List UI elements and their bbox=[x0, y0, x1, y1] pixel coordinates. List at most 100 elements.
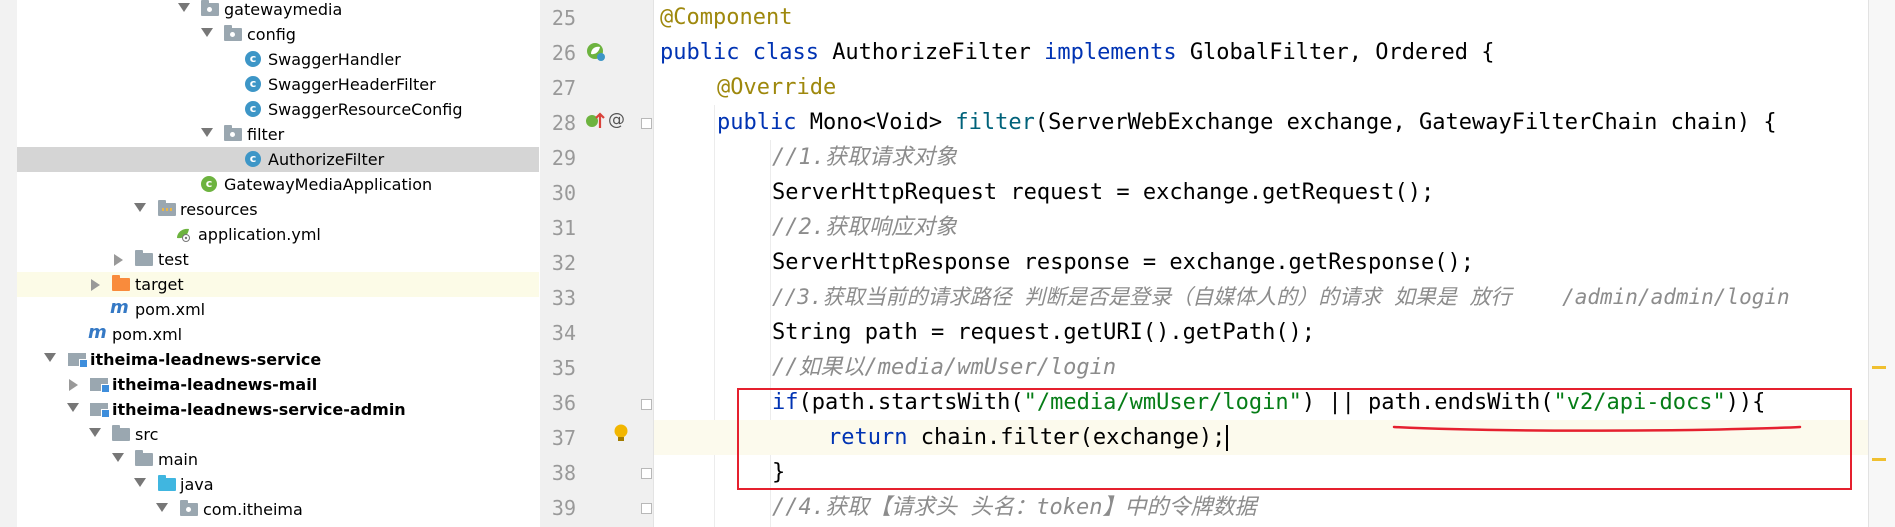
code-line-33[interactable]: //3.获取当前的请求路径 判断是否是登录（自媒体人的）的请求 如果是 放行 /… bbox=[772, 280, 1790, 315]
tree-item-gatewaymedia[interactable]: gatewaymedia bbox=[17, 0, 539, 22]
code-line-28[interactable]: public Mono<Void> filter(ServerWebExchan… bbox=[717, 105, 1777, 140]
fold-icon[interactable] bbox=[641, 468, 652, 479]
tree-item-label: itheima-leadnews-service-admin bbox=[112, 400, 406, 419]
hand-drawn-underline bbox=[1392, 425, 1802, 432]
code-line-26[interactable]: public class AuthorizeFilter implements … bbox=[660, 35, 1494, 70]
tree-item-label: AuthorizeFilter bbox=[268, 150, 385, 169]
code-line-29[interactable]: //1.获取请求对象 bbox=[772, 140, 957, 175]
chevron-down-icon[interactable] bbox=[67, 403, 79, 412]
tree-item-java[interactable]: java bbox=[17, 472, 539, 497]
tree-item-com-itheima[interactable]: com.itheima bbox=[17, 497, 539, 522]
line-number: 27 bbox=[551, 76, 576, 100]
chevron-down-icon[interactable] bbox=[178, 3, 190, 12]
annotation-token: @Override bbox=[717, 75, 837, 100]
tree-item-itheima-leadnews-service[interactable]: itheima-leadnews-service bbox=[17, 347, 539, 372]
indent-guide bbox=[714, 105, 715, 527]
chevron-down-icon[interactable] bbox=[112, 453, 124, 462]
chevron-right-icon[interactable] bbox=[114, 254, 123, 266]
tree-item-src[interactable]: src bbox=[17, 422, 539, 447]
tree-item-label: java bbox=[180, 475, 214, 494]
chevron-down-icon[interactable] bbox=[134, 203, 146, 212]
tool-window-strip bbox=[0, 0, 18, 527]
tree-item-main[interactable]: main bbox=[17, 447, 539, 472]
tree-item-label: gatewaymedia bbox=[224, 0, 343, 19]
comment-token: //4.获取【请求头 头名：token】中的令牌数据 bbox=[772, 495, 1257, 520]
java-class-icon: c bbox=[245, 51, 261, 67]
code-token: (ServerWebExchange exchange, GatewayFilt… bbox=[1034, 110, 1777, 135]
code-line-32[interactable]: ServerHttpResponse response = exchange.g… bbox=[772, 245, 1474, 280]
spring-bean-icon[interactable] bbox=[586, 42, 606, 62]
tree-item-test[interactable]: test bbox=[17, 247, 539, 272]
tree-item-label: com.itheima bbox=[203, 500, 303, 519]
line-number: 32 bbox=[551, 251, 576, 275]
code-line-31[interactable]: //2.获取响应对象 bbox=[772, 210, 957, 245]
tree-item-label: test bbox=[158, 250, 189, 269]
tree-item-label: src bbox=[135, 425, 159, 444]
line-number: 31 bbox=[551, 216, 576, 240]
highlight-rectangle bbox=[737, 388, 1852, 490]
code-token: String path = request.getURI().getPath()… bbox=[772, 320, 1316, 345]
tree-item-label: main bbox=[158, 450, 198, 469]
tree-item-label: pom.xml bbox=[135, 300, 206, 319]
line-number: 28 bbox=[551, 111, 576, 135]
tree-item-application-yml[interactable]: application.yml bbox=[17, 222, 539, 247]
tree-item-label: itheima-leadnews-mail bbox=[112, 375, 318, 394]
overrides-at-icon[interactable]: @ bbox=[608, 112, 625, 129]
comment-token: //2.获取响应对象 bbox=[772, 215, 957, 240]
fold-icon[interactable] bbox=[641, 399, 652, 410]
chevron-down-icon[interactable] bbox=[89, 428, 101, 437]
code-line-30[interactable]: ServerHttpRequest request = exchange.get… bbox=[772, 175, 1434, 210]
line-number: 36 bbox=[551, 391, 576, 415]
editor-right-stripe[interactable] bbox=[1868, 0, 1895, 527]
code-line-27[interactable]: @Override bbox=[717, 70, 836, 105]
warning-stripe-marker[interactable] bbox=[1872, 458, 1886, 461]
tree-item-label: GatewayMediaApplication bbox=[224, 175, 433, 194]
tree-item-resources[interactable]: resources bbox=[17, 197, 539, 222]
lightbulb-icon[interactable] bbox=[612, 423, 630, 443]
line-number: 34 bbox=[551, 321, 576, 345]
code-line-34[interactable]: String path = request.getURI().getPath()… bbox=[772, 315, 1315, 350]
warning-stripe-marker[interactable] bbox=[1872, 366, 1886, 369]
tree-item-label: pom.xml bbox=[112, 325, 183, 344]
tree-item-gateway-media-application[interactable]: c GatewayMediaApplication bbox=[17, 172, 539, 197]
tree-item-filter[interactable]: filter bbox=[17, 122, 539, 147]
tree-item-target[interactable]: target bbox=[17, 272, 539, 297]
code-line-35[interactable]: //如果以/media/wmUser/login bbox=[772, 350, 1116, 385]
tree-item-config[interactable]: config bbox=[17, 22, 539, 47]
chevron-right-icon[interactable] bbox=[69, 379, 78, 391]
java-class-icon: c bbox=[245, 76, 261, 92]
code-line-39[interactable]: //4.获取【请求头 头名：token】中的令牌数据 bbox=[772, 490, 1256, 525]
tree-item-authorize-filter[interactable]: c AuthorizeFilter bbox=[17, 147, 539, 172]
tree-item-label: config bbox=[247, 25, 296, 44]
line-number: 39 bbox=[551, 496, 576, 520]
folder-icon bbox=[112, 425, 130, 441]
tree-item-swagger-resource-config[interactable]: c SwaggerResourceConfig bbox=[17, 97, 539, 122]
project-tree[interactable]: gatewaymedia config c SwaggerHandler c S… bbox=[17, 0, 539, 527]
fold-icon[interactable] bbox=[641, 118, 652, 129]
chevron-down-icon[interactable] bbox=[44, 353, 56, 362]
chevron-down-icon[interactable] bbox=[201, 28, 213, 37]
tree-item-itheima-leadnews-mail[interactable]: itheima-leadnews-mail bbox=[17, 372, 539, 397]
chevron-right-icon[interactable] bbox=[91, 279, 100, 291]
code-line-25[interactable]: @Component bbox=[660, 0, 792, 35]
tree-item-pom-xml[interactable]: m pom.xml bbox=[17, 322, 539, 347]
tree-item-pom-xml[interactable]: m pom.xml bbox=[17, 297, 539, 322]
fold-icon[interactable] bbox=[641, 503, 652, 514]
tree-item-swagger-header-filter[interactable]: c SwaggerHeaderFilter bbox=[17, 72, 539, 97]
tree-item-label: SwaggerHandler bbox=[268, 50, 401, 69]
chevron-down-icon[interactable] bbox=[201, 128, 213, 137]
tree-item-label: filter bbox=[247, 125, 285, 144]
chevron-down-icon[interactable] bbox=[156, 503, 168, 512]
tree-item-swagger-handler[interactable]: c SwaggerHandler bbox=[17, 47, 539, 72]
line-number: 37 bbox=[551, 426, 576, 450]
chevron-down-icon[interactable] bbox=[134, 478, 146, 487]
tree-item-itheima-leadnews-service-admin[interactable]: itheima-leadnews-service-admin bbox=[17, 397, 539, 422]
implements-method-icon[interactable] bbox=[584, 110, 606, 132]
folder-icon bbox=[135, 450, 153, 466]
code-token: ServerHttpRequest request = exchange.get… bbox=[772, 180, 1435, 205]
line-number: 25 bbox=[551, 6, 576, 30]
line-number: 29 bbox=[551, 146, 576, 170]
maven-file-icon: m bbox=[88, 322, 107, 343]
editor-gutter[interactable]: 25 26 27 28 29 30 31 32 33 34 35 36 37 3… bbox=[540, 0, 654, 527]
keyword-token: public class bbox=[660, 40, 833, 65]
